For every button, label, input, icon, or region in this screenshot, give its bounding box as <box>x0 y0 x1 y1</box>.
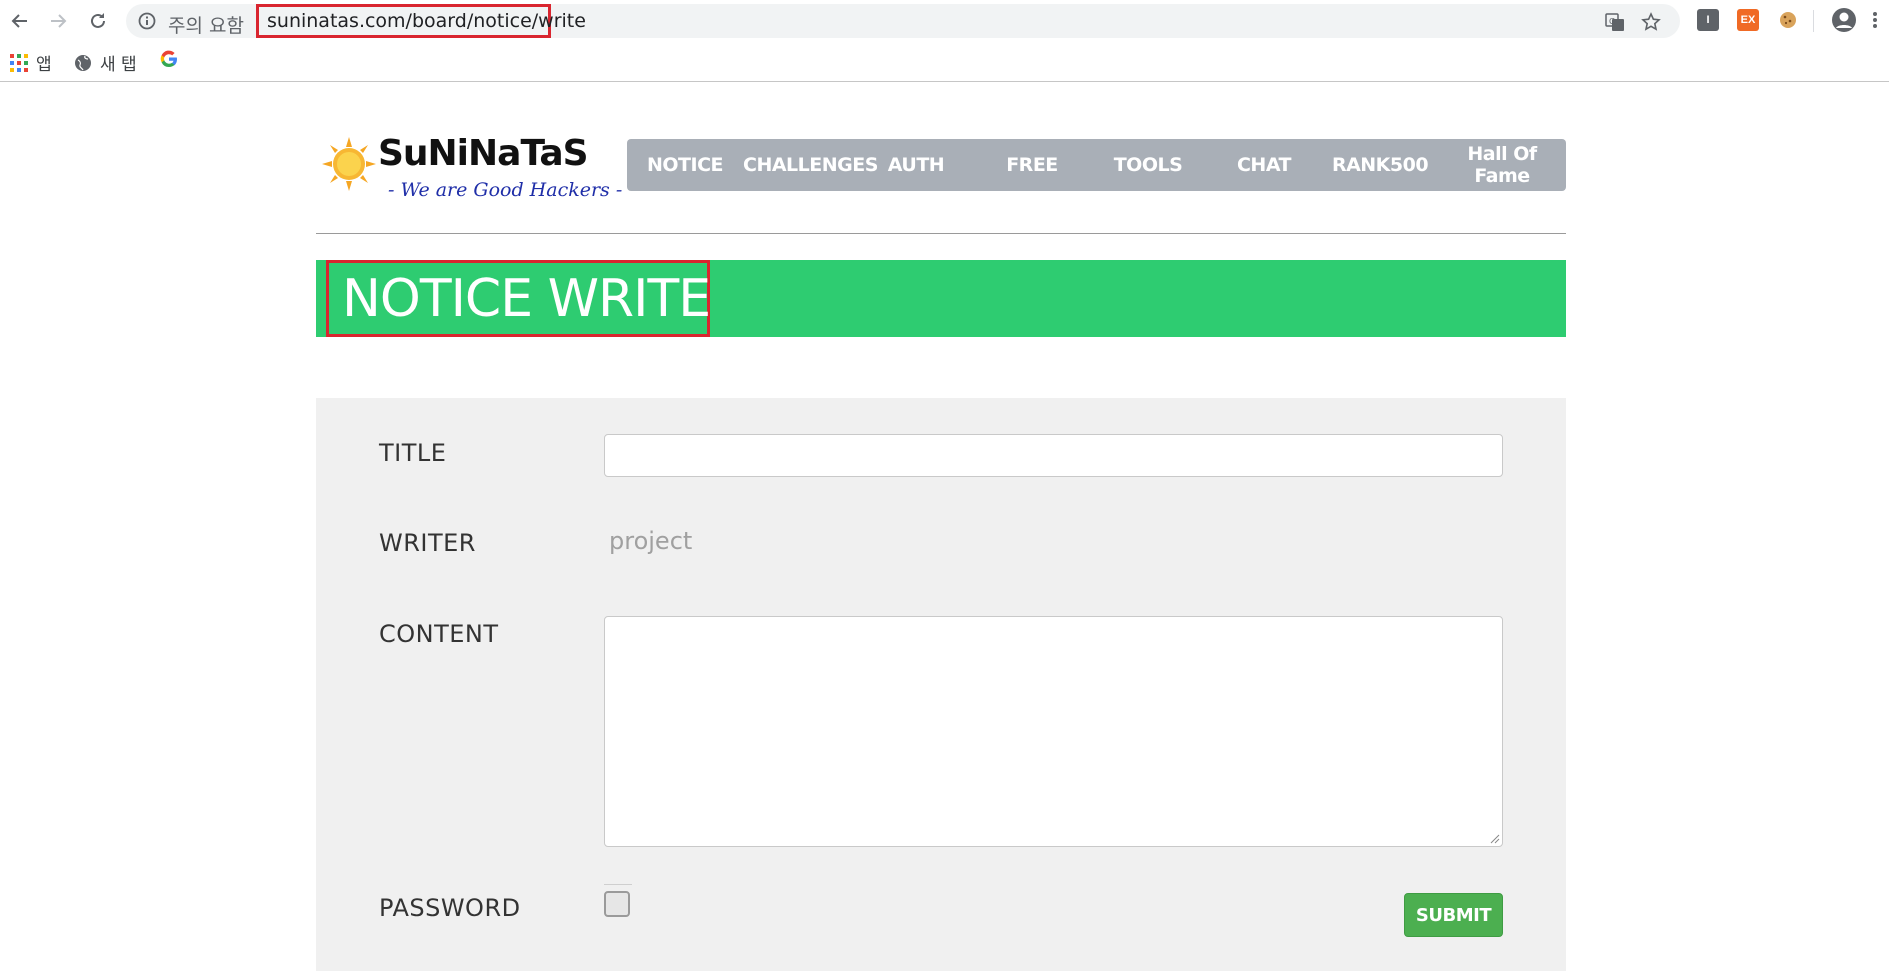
bookmark-new-tab[interactable]: 새 탭 <box>74 50 137 75</box>
security-label: 주의 요함 <box>168 15 244 37</box>
header-divider <box>316 233 1566 234</box>
cookie-extension-icon[interactable] <box>1777 9 1799 31</box>
nav-free[interactable]: FREE <box>974 154 1090 176</box>
info-icon[interactable] <box>138 12 156 30</box>
nav-tools[interactable]: TOOLS <box>1090 154 1206 176</box>
password-checkbox[interactable] <box>604 891 630 917</box>
submit-button[interactable]: SUBMIT <box>1404 893 1503 937</box>
bookmarks-bar: 앱 새 탭 <box>0 42 1889 82</box>
extension-ex-icon[interactable]: EX <box>1737 9 1759 31</box>
bookmark-google[interactable] <box>160 50 178 68</box>
reload-icon <box>91 13 105 28</box>
arrow-left-icon <box>11 14 27 28</box>
bookmark-apps[interactable]: 앱 <box>10 50 52 75</box>
extension-ex-label: EX <box>1740 14 1756 26</box>
page-title: NOTICE WRITE <box>342 268 711 329</box>
browser-toolbar: 주의 요함 suninatas.com/board/notice/write G… <box>0 0 1889 42</box>
arrow-right-icon <box>51 14 67 28</box>
nav-chat[interactable]: CHAT <box>1206 154 1322 176</box>
nav-challenges[interactable]: CHALLENGES <box>743 154 878 176</box>
writer-label: WRITER <box>379 529 476 557</box>
profile-avatar-icon[interactable] <box>1831 7 1857 33</box>
translate-icon[interactable]: G <box>1604 11 1626 33</box>
main-nav: NOTICE CHALLENGES AUTH FREE TOOLS CHAT R… <box>627 139 1566 191</box>
nav-rank500[interactable]: RANK500 <box>1322 154 1438 176</box>
back-button[interactable] <box>8 9 32 33</box>
writer-value: project <box>609 527 693 555</box>
apps-grid-icon <box>10 53 28 72</box>
nav-auth[interactable]: AUTH <box>858 154 974 176</box>
logo-subtitle: - We are Good Hackers - <box>388 179 623 201</box>
extension-i-icon[interactable]: I <box>1697 9 1719 31</box>
title-highlight-box: NOTICE WRITE <box>326 260 711 337</box>
bookmark-new-tab-label: 새 탭 <box>100 55 137 75</box>
svg-text:G: G <box>1609 17 1615 26</box>
url-highlight-box[interactable]: suninatas.com/board/notice/write <box>256 4 586 38</box>
bookmark-star-icon[interactable] <box>1640 11 1662 33</box>
google-logo-icon <box>160 50 177 68</box>
nav-hall-of-fame[interactable]: Hall Of Fame <box>1438 143 1566 187</box>
logo-title: SuNiNaTaS <box>378 133 589 174</box>
content-label: CONTENT <box>379 620 499 648</box>
resize-grip-icon[interactable] <box>1488 832 1500 844</box>
toolbar-separator <box>1813 10 1814 32</box>
password-field-underline <box>604 884 632 885</box>
password-label: PASSWORD <box>379 894 521 922</box>
page-content: SuNiNaTaS - We are Good Hackers - NOTICE… <box>0 83 1889 971</box>
page-title-banner: NOTICE WRITE <box>316 260 1566 337</box>
title-input[interactable] <box>604 434 1503 477</box>
address-bar[interactable]: 주의 요함 suninatas.com/board/notice/write G <box>126 4 1680 38</box>
globe-icon <box>75 54 91 71</box>
notice-write-form: TITLE WRITER project CONTENT PASSWORD SU… <box>316 398 1566 971</box>
bookmark-apps-label: 앱 <box>36 55 52 75</box>
reload-button[interactable] <box>86 9 110 33</box>
menu-icon[interactable] <box>1870 9 1880 31</box>
url-text[interactable]: suninatas.com/board/notice/write <box>267 10 586 32</box>
site-logo[interactable]: SuNiNaTaS - We are Good Hackers - <box>320 131 622 211</box>
sun-logo-icon <box>322 137 376 191</box>
nav-notice[interactable]: NOTICE <box>627 154 743 176</box>
title-label: TITLE <box>379 439 447 467</box>
forward-button[interactable] <box>46 9 70 33</box>
content-textarea[interactable] <box>604 616 1503 847</box>
extension-i-label: I <box>1706 14 1710 26</box>
